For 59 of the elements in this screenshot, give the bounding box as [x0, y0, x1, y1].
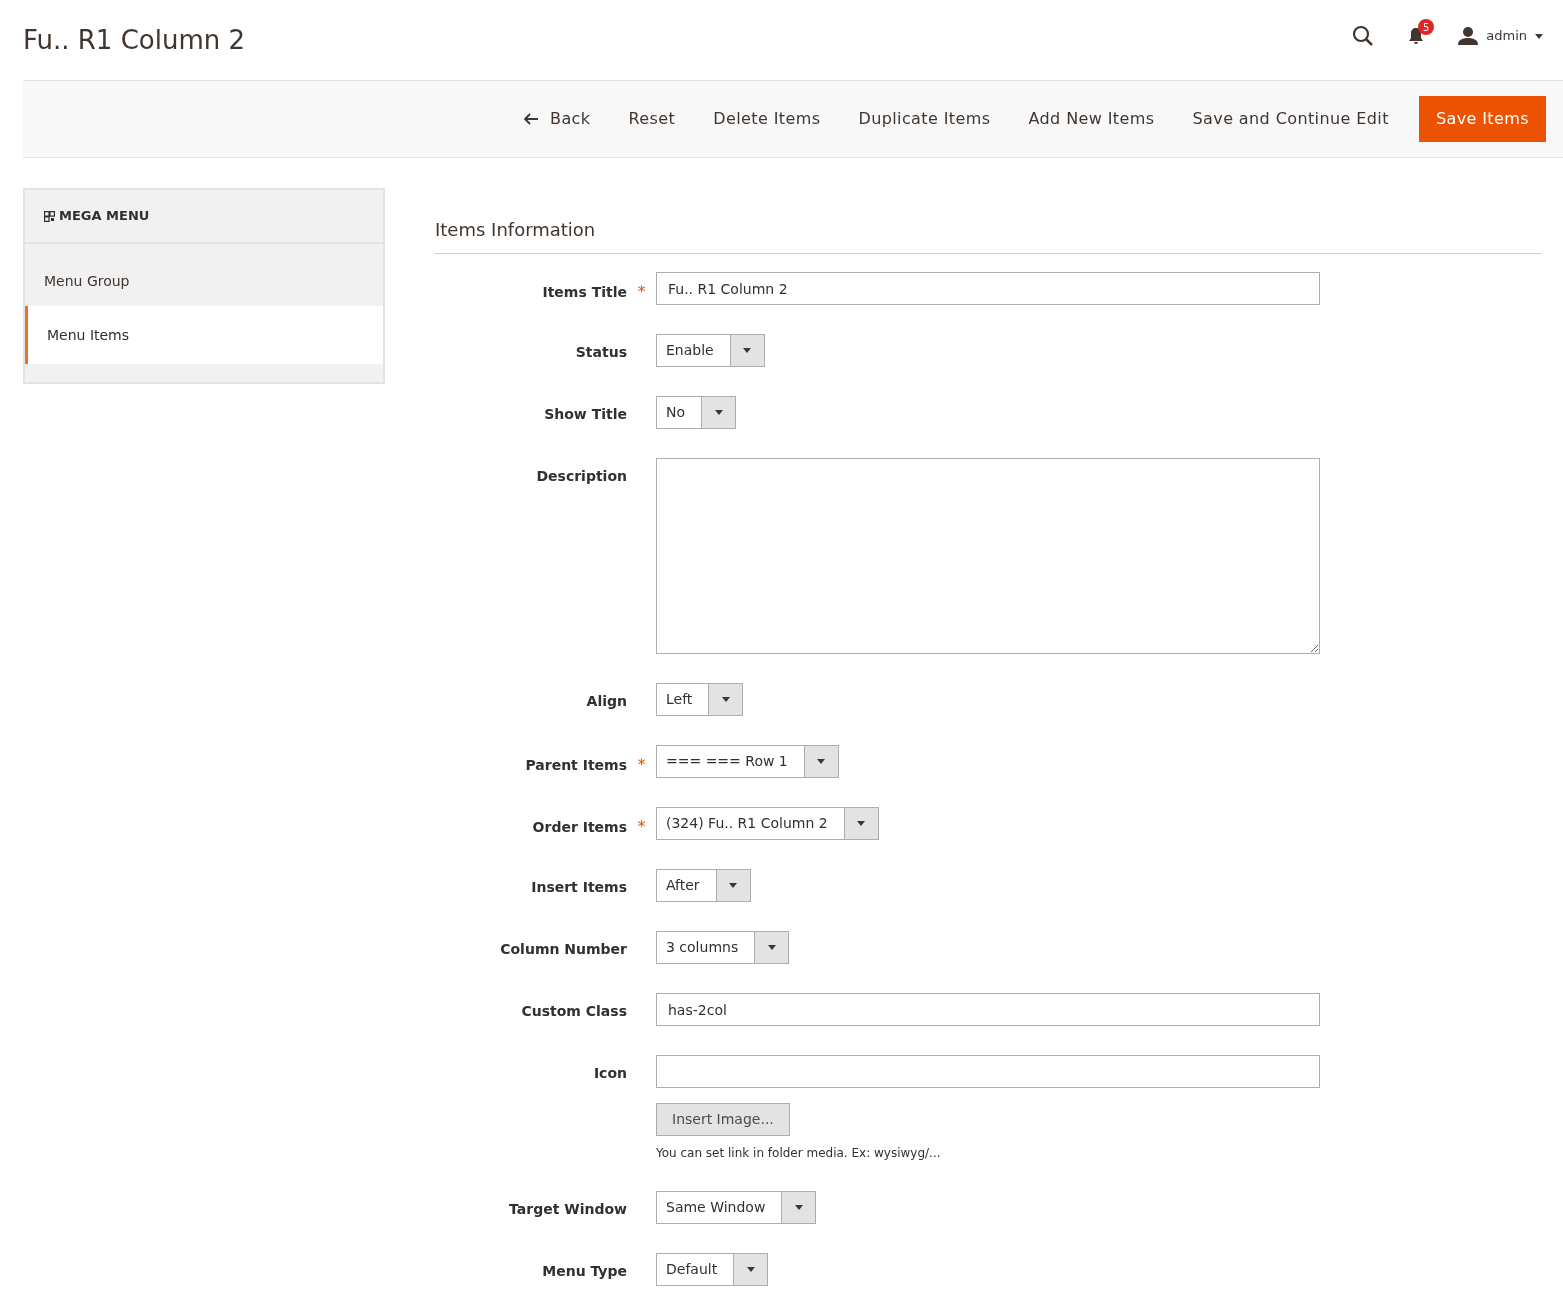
required-asterisk: *: [637, 282, 646, 301]
insert-image-button[interactable]: Insert Image...: [656, 1103, 790, 1136]
caret-icon: [817, 759, 826, 764]
text-field[interactable]: [656, 1055, 1320, 1088]
caret-icon: [743, 348, 752, 353]
toolbar-button[interactable]: Add New Items: [1014, 107, 1169, 131]
dropdown-select[interactable]: Default: [656, 1253, 769, 1286]
field-label: Target Window: [509, 1200, 627, 1219]
qr-grid-icon: [44, 210, 55, 222]
dropdown-select[interactable]: 3 columns: [656, 931, 790, 964]
page-title: Fu.. R1 Column 2: [23, 23, 246, 57]
field-label: Parent Items: [525, 755, 627, 775]
arrow-left-icon: [524, 113, 539, 125]
toolbar-button[interactable]: Duplicate Items: [844, 107, 1005, 131]
caret-icon: [857, 821, 866, 826]
required-asterisk: *: [637, 817, 646, 836]
field-label: Menu Type: [542, 1262, 627, 1281]
sidebar-title: MEGA MENU: [59, 207, 150, 226]
text-field[interactable]: has-2col: [656, 993, 1320, 1026]
required-asterisk: *: [637, 755, 646, 774]
caret-icon: [1535, 33, 1543, 39]
toolbar-button[interactable]: Save and Continue Edit: [1178, 107, 1403, 131]
dropdown-select[interactable]: Same Window: [656, 1191, 817, 1224]
caret-icon: [767, 945, 776, 950]
dropdown-select[interactable]: Enable: [656, 334, 765, 367]
field-note: You can set link in folder media. Ex: wysiwyg/...: [656, 1145, 942, 1162]
toolbar-button[interactable]: Delete Items: [699, 107, 835, 131]
field-label: Column Number: [500, 940, 627, 959]
user-icon: [1458, 27, 1479, 45]
field-label: Order Items: [532, 817, 627, 837]
field-label: Items Title: [542, 282, 627, 302]
section-title: Items Information: [435, 216, 1541, 254]
caret-icon: [746, 1267, 755, 1272]
field-label: Custom Class: [521, 1002, 627, 1021]
caret-icon: [729, 883, 738, 888]
sidebar-item[interactable]: Menu Group: [25, 248, 383, 306]
field-label: Show Title: [544, 405, 627, 424]
sidebar-item[interactable]: Menu Items: [25, 306, 383, 364]
dropdown-select[interactable]: === === Row 1: [656, 745, 839, 778]
field-label: Align: [586, 692, 627, 711]
search-icon[interactable]: [1352, 25, 1375, 47]
dropdown-select[interactable]: No: [656, 396, 737, 429]
field-label: Insert Items: [531, 878, 627, 897]
notification-badge: 5: [1418, 19, 1435, 35]
field-label: Description: [536, 467, 627, 486]
field-label: Status: [575, 343, 627, 362]
dropdown-select[interactable]: After: [656, 869, 751, 902]
toolbar-button[interactable]: Reset: [614, 107, 690, 131]
caret-icon: [714, 410, 723, 415]
bell-icon[interactable]: [1408, 27, 1425, 45]
text-field[interactable]: Fu.. R1 Column 2: [656, 272, 1320, 305]
dropdown-select[interactable]: Left: [656, 683, 744, 716]
user-menu[interactable]: admin: [1458, 26, 1543, 46]
caret-icon: [721, 697, 730, 702]
back-button[interactable]: Back: [510, 107, 605, 131]
save-button[interactable]: Save Items: [1418, 96, 1546, 142]
dropdown-select[interactable]: (324) Fu.. R1 Column 2: [656, 807, 879, 840]
caret-icon: [794, 1205, 803, 1210]
field-label: Icon: [593, 1064, 627, 1083]
